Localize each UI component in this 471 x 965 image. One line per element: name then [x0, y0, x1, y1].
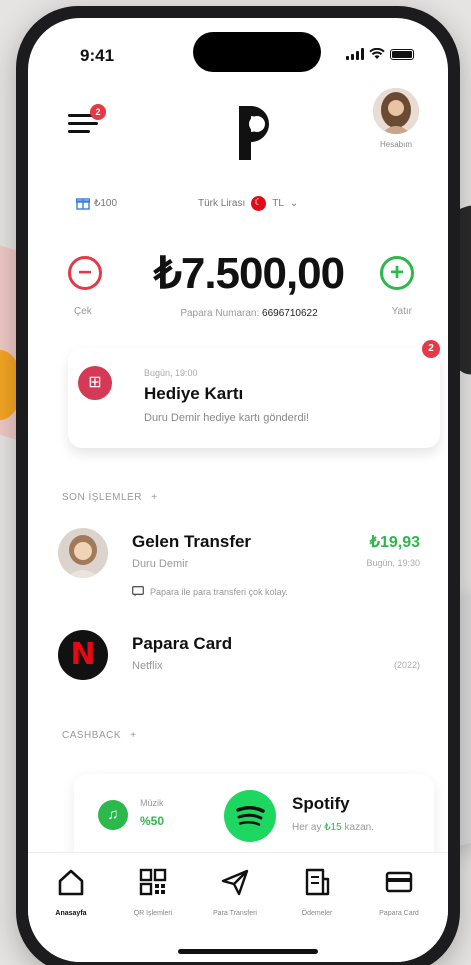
- message-icon: [132, 586, 144, 597]
- sender-avatar: [58, 528, 108, 578]
- cashback-brand-subtitle: Her ay ₺15 kazan.: [292, 822, 374, 833]
- currency-selector[interactable]: Türk Lirası TL ⌄: [198, 196, 298, 211]
- tab-home[interactable]: Anasayfa: [36, 867, 106, 917]
- cashback-sub-prefix: Her ay: [292, 822, 322, 833]
- tab-payments[interactable]: Ödemeler: [282, 867, 352, 917]
- battery-icon: [390, 48, 414, 60]
- turkey-flag-icon: [251, 196, 267, 211]
- tab-label: Anasayfa: [55, 910, 87, 917]
- papara-number-label: Papara Numaran:: [180, 308, 260, 319]
- cashback-section-header[interactable]: CASHBACK +: [62, 730, 137, 741]
- transactions-section-header[interactable]: SON İŞLEMLER +: [62, 492, 158, 503]
- gift-balance-value: ₺100: [94, 197, 118, 209]
- profile-avatar: [373, 88, 419, 134]
- withdraw-button[interactable]: −: [68, 256, 102, 290]
- transaction-title: Papara Card: [132, 634, 233, 653]
- cashback-brand-title: Spotify: [292, 794, 350, 813]
- wifi-icon: [369, 48, 385, 59]
- tab-qr[interactable]: QR İşlemleri: [118, 867, 188, 917]
- cashback-section-plus: +: [130, 730, 137, 741]
- tab-transfer[interactable]: Para Transferi: [200, 867, 270, 917]
- transaction-subtitle: Duru Demir: [132, 558, 189, 570]
- send-icon: [221, 869, 249, 896]
- status-icons: [346, 48, 414, 60]
- currency-label: Türk Lirası: [198, 198, 246, 209]
- profile-button[interactable]: Hesabım: [366, 88, 426, 149]
- transaction-row[interactable]: N Papara Card Netflix (2022): [48, 630, 428, 690]
- tab-label: Papara Card: [379, 910, 419, 917]
- signal-icon: [346, 48, 364, 60]
- cashback-sub-amount: ₺15: [324, 822, 342, 833]
- card-icon: [385, 871, 413, 893]
- home-indicator: [178, 949, 318, 954]
- currency-code: TL: [272, 198, 284, 209]
- tab-papara-card[interactable]: Papara Card: [364, 867, 434, 917]
- papara-number-value: 6696710622: [262, 308, 318, 319]
- gift-icon: [76, 198, 90, 210]
- tab-label: QR İşlemleri: [133, 910, 173, 917]
- qr-icon: [139, 868, 167, 896]
- balance-section: − Çek ₺7.500,00 Papara Numaran: 66967106…: [28, 240, 448, 330]
- cashback-card[interactable]: ♫ Müzik %50 Spotify Her ay ₺15 kazan.: [74, 774, 434, 864]
- transactions-section-plus: +: [151, 492, 158, 503]
- gift-icon: ⊞: [78, 366, 112, 400]
- spotify-logo-icon: [224, 790, 276, 842]
- transaction-row[interactable]: Gelen Transfer Duru Demir ₺19,93 Bugün, …: [48, 528, 428, 618]
- deposit-label: Yatır: [391, 306, 412, 317]
- cashback-category-label: Müzik: [140, 798, 164, 808]
- dynamic-island: [193, 32, 321, 72]
- transaction-time: Bugün, 19:30: [366, 558, 420, 568]
- home-icon: [58, 869, 84, 896]
- transactions-section-label: SON İŞLEMLER: [62, 492, 142, 503]
- profile-label: Hesabım: [379, 140, 412, 149]
- transaction-subtitle: Netflix: [132, 660, 163, 672]
- transaction-amount: ₺19,93: [369, 534, 420, 551]
- gift-card-description: Duru Demir hediye kartı gönderdi!: [144, 412, 310, 424]
- tab-label: Ödemeler: [301, 910, 333, 917]
- gift-card-badge: 2: [422, 340, 440, 358]
- bill-icon: [305, 868, 330, 896]
- netflix-logo-icon: N: [58, 630, 108, 680]
- gift-card-title: Hediye Kartı: [144, 384, 244, 403]
- status-time: 9:41: [80, 46, 115, 65]
- cashback-sub-suffix: kazan.: [344, 822, 374, 833]
- transaction-time: (2022): [393, 660, 420, 670]
- app-screen: 9:41 2 Hesabım ₺100 Türk Lirası ☾ TL ⌄ −…: [28, 18, 448, 962]
- transaction-title: Gelen Transfer: [132, 532, 252, 551]
- papara-number: Papara Numaran: 6696710622: [124, 308, 374, 319]
- phone-frame: 9:41 2 Hesabım ₺100 Türk Lirası ☾ TL ⌄ −…: [16, 6, 460, 965]
- gift-balance-chip[interactable]: ₺100: [76, 196, 117, 210]
- cashback-section-label: CASHBACK: [62, 730, 122, 741]
- withdraw-label: Çek: [74, 306, 92, 317]
- gift-card-time: Bugün, 19:00: [144, 368, 198, 378]
- tab-label: Para Transferi: [213, 910, 257, 917]
- music-note-icon: ♫: [98, 800, 128, 830]
- deposit-button[interactable]: +: [380, 256, 414, 290]
- status-bar: 9:41: [28, 18, 448, 78]
- app-header: 2 Hesabım: [28, 88, 448, 168]
- gift-card-notification[interactable]: ⊞ Bugün, 19:00 Hediye Kartı Duru Demir h…: [68, 340, 440, 448]
- balance-amount: ₺7.500,00: [153, 249, 345, 298]
- chevron-down-icon: ⌄: [289, 198, 299, 209]
- papara-logo: [239, 106, 269, 160]
- transaction-note: Papara ile para transferi çok kolay.: [132, 586, 288, 597]
- cashback-category-percent: %50: [140, 814, 165, 828]
- transaction-note-text: Papara ile para transferi çok kolay.: [150, 586, 288, 597]
- menu-notification-badge: 2: [90, 104, 106, 120]
- info-row: ₺100 Türk Lirası TL ⌄: [28, 194, 448, 218]
- menu-button[interactable]: 2: [68, 104, 106, 138]
- bottom-tab-bar: Anasayfa QR İşlemleri Para Transferi Öde…: [28, 852, 448, 962]
